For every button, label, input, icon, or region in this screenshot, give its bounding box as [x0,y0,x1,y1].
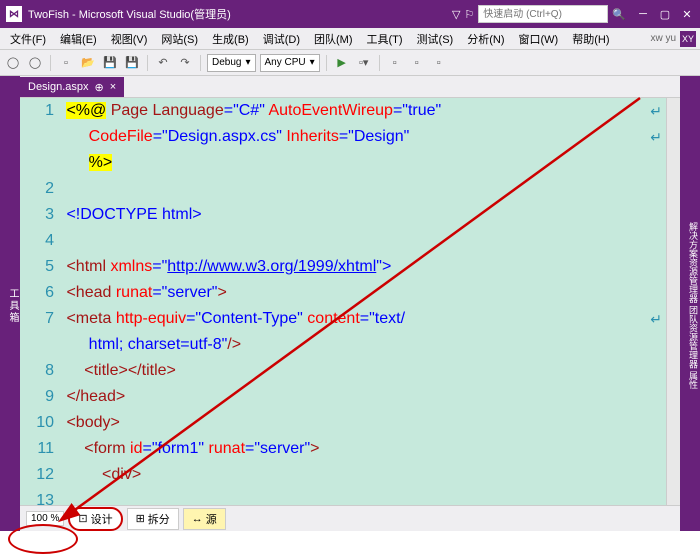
toolbox-panel-tab[interactable]: 工具箱 [0,76,20,531]
redo-button[interactable]: ↷ [176,54,194,72]
new-button[interactable]: ▫ [57,54,75,72]
tab-pin-icon[interactable]: ⊕ [95,81,104,94]
window-title: TwoFish - Microsoft Visual Studio(管理员) [28,6,452,22]
document-tab-bar: Design.aspx ⊕ × [20,76,680,98]
menu-website[interactable]: 网站(S) [155,29,204,49]
menu-tools[interactable]: 工具(T) [361,29,409,49]
view-tabs: 100 % ⊡设计 ⊞拆分 ↔源 [20,505,680,531]
toolbar: ◯ ◯ ▫ 📂 💾 💾 ↶ ↷ Debug▾ Any CPU▾ ▶ ▫▾ ▫ ▫… [0,50,700,76]
nav-fwd-button[interactable]: ◯ [26,54,44,72]
notification-icon[interactable]: ⚐ [464,8,474,21]
undo-button[interactable]: ↶ [154,54,172,72]
menu-test[interactable]: 测试(S) [411,29,460,49]
right-panel-tabs[interactable]: 解决方案资源管理器 团队资源管理器 属性 [680,76,700,531]
tb-icon-3[interactable]: ▫ [430,54,448,72]
quick-launch-input[interactable] [478,5,608,23]
search-icon[interactable]: 🔍 [612,8,626,21]
vertical-scrollbar[interactable] [666,98,680,505]
menu-bar: 文件(F) 编辑(E) 视图(V) 网站(S) 生成(B) 调试(D) 团队(M… [0,28,700,50]
title-bar: ⋈ TwoFish - Microsoft Visual Studio(管理员)… [0,0,700,28]
zoom-level[interactable]: 100 % [26,511,64,526]
close-button[interactable]: ✕ [680,8,694,21]
tb-icon-1[interactable]: ▫ [386,54,404,72]
menu-help[interactable]: 帮助(H) [566,29,615,49]
menu-view[interactable]: 视图(V) [105,29,154,49]
browser-combo[interactable]: ▫▾ [355,54,373,72]
flag-icon[interactable]: ▽ [452,8,460,21]
open-button[interactable]: 📂 [79,54,97,72]
platform-combo[interactable]: Any CPU▾ [260,54,320,72]
menu-window[interactable]: 窗口(W) [513,29,565,49]
tab-title: Design.aspx [28,81,89,93]
document-tab[interactable]: Design.aspx ⊕ × [20,77,124,97]
nav-back-button[interactable]: ◯ [4,54,22,72]
menu-edit[interactable]: 编辑(E) [54,29,103,49]
menu-build[interactable]: 生成(B) [206,29,255,49]
minimize-button[interactable]: ─ [636,8,650,21]
menu-analyze[interactable]: 分析(N) [461,29,510,49]
user-avatar[interactable]: XY [680,31,696,47]
menu-debug[interactable]: 调试(D) [257,29,306,49]
run-button[interactable]: ▶ [333,54,351,72]
tab-close-icon[interactable]: × [110,81,116,93]
design-view-tab[interactable]: ⊡设计 [68,507,122,531]
save-all-button[interactable]: 💾 [123,54,141,72]
code-editor[interactable]: 1 <%@ Page Language="C#" AutoEventWireup… [20,98,666,505]
user-name[interactable]: xw yu [650,33,676,44]
save-button[interactable]: 💾 [101,54,119,72]
vs-logo-icon: ⋈ [6,6,22,22]
maximize-button[interactable]: ▢ [658,8,672,21]
source-view-tab[interactable]: ↔源 [183,508,226,530]
split-view-tab[interactable]: ⊞拆分 [127,508,179,530]
config-combo[interactable]: Debug▾ [207,54,256,72]
menu-team[interactable]: 团队(M) [308,29,359,49]
tb-icon-2[interactable]: ▫ [408,54,426,72]
menu-file[interactable]: 文件(F) [4,29,52,49]
